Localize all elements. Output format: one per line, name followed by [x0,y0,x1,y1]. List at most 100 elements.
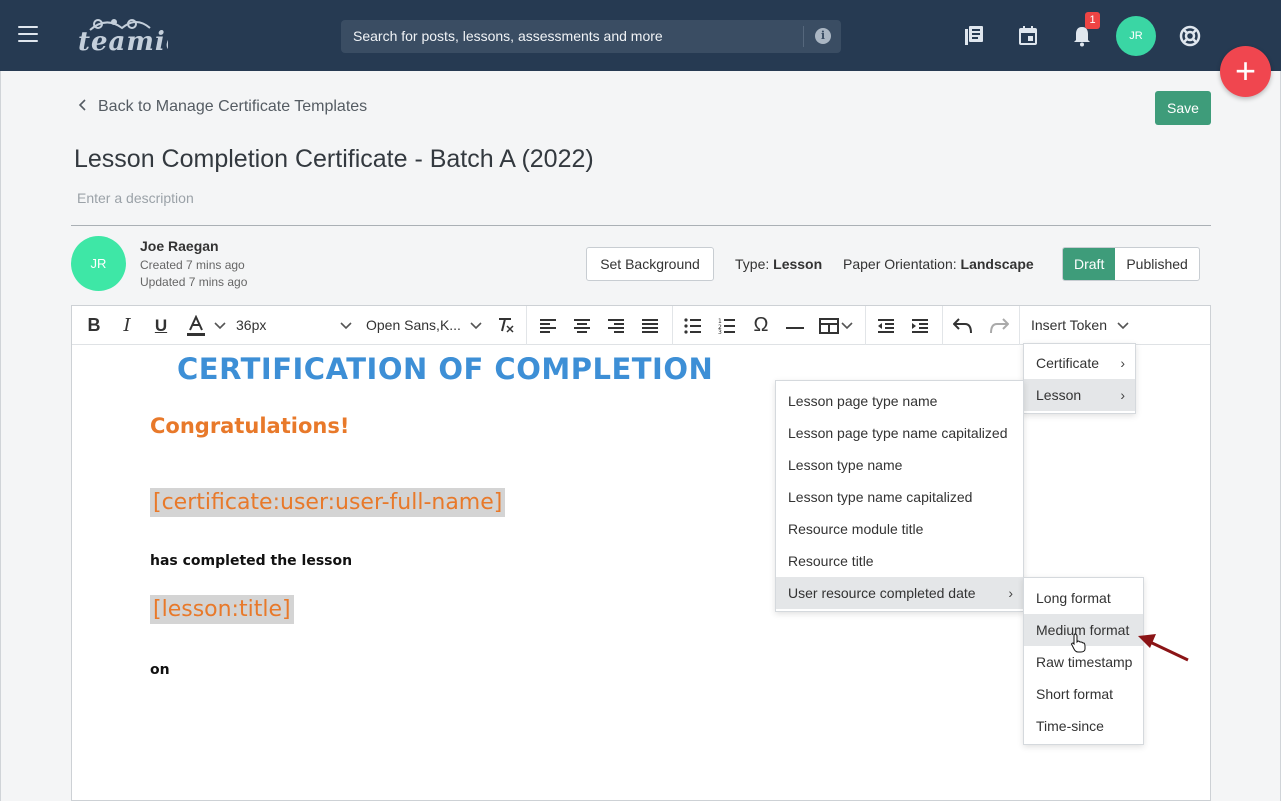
author-avatar: JR [71,236,126,291]
updated-time: Updated 7 mins ago [140,275,248,289]
type-info: Type: Lesson [735,256,822,272]
on-text: on [150,662,170,678]
type-label: Type: [735,256,770,272]
horizontal-rule-icon[interactable] [786,306,804,345]
bullet-list-icon[interactable] [683,306,703,345]
user-name-token[interactable]: [certificate:user:user-full-name] [150,488,506,517]
orientation-info: Paper Orientation: Landscape [843,256,1034,272]
svg-text:teamie: teamie [78,27,168,56]
menu-item-time-since[interactable]: Time-since [1024,710,1143,742]
top-navigation-bar: teamie Search for posts, lessons, assess… [0,0,1281,71]
chevron-right-icon: › [1120,355,1125,371]
font-size-value: 36px [236,317,267,333]
menu-item-label: Certificate [1036,355,1100,371]
status-draft-button[interactable]: Draft [1063,248,1116,280]
annotation-arrow-icon [1138,634,1189,662]
user-avatar[interactable]: JR [1116,16,1156,56]
toolbar-divider [942,306,943,345]
menu-item-label: User resource completed date [788,585,976,601]
menu-item-short-format[interactable]: Short format [1024,678,1143,710]
menu-item-long-format[interactable]: Long format [1024,582,1143,614]
menu-item-lesson-type-name[interactable]: Lesson type name [776,449,1023,481]
bold-icon[interactable]: B [84,306,104,345]
toolbar-divider [526,306,527,345]
clear-format-icon[interactable] [496,306,516,345]
align-justify-icon[interactable] [640,306,660,345]
svg-text:3: 3 [718,329,722,334]
back-link-label: Back to Manage Certificate Templates [98,98,368,115]
font-size-select[interactable]: 36px [236,306,356,345]
menu-item-resource-title[interactable]: Resource title [776,545,1023,577]
text-color-dropdown-icon[interactable] [212,306,228,345]
align-right-icon[interactable] [606,306,626,345]
chevron-right-icon: › [1120,387,1125,403]
menu-item-user-resource-completed-date[interactable]: User resource completed date › [776,577,1023,609]
congratulations-text: Congratulations! [150,414,350,438]
text-color-icon[interactable] [185,306,207,345]
menu-icon[interactable] [18,26,38,42]
calendar-icon[interactable] [1016,24,1040,48]
back-link[interactable]: Back to Manage Certificate Templates [78,98,367,116]
toolbar-divider [672,306,673,345]
chevron-down-icon [470,322,482,330]
status-toggle: Draft Published [1062,247,1200,281]
outdent-icon[interactable] [876,306,896,345]
author-name: Joe Raegan [140,238,219,254]
insert-token-menu: Certificate › Lesson › [1023,343,1136,414]
align-left-icon[interactable] [538,306,558,345]
page-title[interactable]: Lesson Completion Certificate - Batch A … [74,145,594,174]
insert-token-label: Insert Token [1031,317,1108,333]
orientation-label: Paper Orientation: [843,256,957,272]
align-center-icon[interactable] [572,306,592,345]
table-dropdown-icon[interactable] [840,306,854,345]
chevron-right-icon: › [1008,585,1013,601]
menu-item-lesson-page-type-name-capitalized[interactable]: Lesson page type name capitalized [776,417,1023,449]
description-field[interactable]: Enter a description [77,190,194,206]
library-icon[interactable] [962,24,986,48]
set-background-button[interactable]: Set Background [586,247,714,281]
font-family-value: Open Sans,K... [366,317,461,333]
status-published-button[interactable]: Published [1115,248,1199,280]
indent-icon[interactable] [910,306,930,345]
save-button[interactable]: Save [1155,91,1211,125]
hand-cursor-icon [1071,633,1086,653]
menu-item-certificate[interactable]: Certificate › [1024,347,1135,379]
italic-icon[interactable]: I [118,306,136,345]
info-icon[interactable]: i [815,28,831,44]
chevron-down-icon [340,322,352,330]
search-divider [803,26,804,47]
undo-icon[interactable] [952,306,974,345]
toolbar-divider [865,306,866,345]
type-value: Lesson [773,256,823,272]
editor-toolbar: B I U 36px Open Sans,K... 1 2 3 Ω Insert… [72,306,1210,345]
search-input[interactable]: Search for posts, lessons, assessments a… [341,20,841,53]
create-button[interactable]: + [1220,46,1271,97]
menu-item-label: Lesson [1036,387,1082,403]
orientation-value: Landscape [960,256,1034,272]
toolbar-divider [1019,306,1020,345]
search-placeholder: Search for posts, lessons, assessments a… [353,28,663,44]
numbered-list-icon[interactable]: 123 [717,306,737,345]
menu-item-resource-module-title[interactable]: Resource module title [776,513,1023,545]
chevron-down-icon [1117,322,1129,330]
title-divider [71,225,1211,226]
underline-icon[interactable]: U [151,306,171,345]
notification-count-badge: 1 [1085,12,1100,29]
help-lifebuoy-icon[interactable] [1178,24,1202,48]
menu-item-lesson[interactable]: Lesson › [1024,379,1135,411]
chevron-left-icon [78,98,86,116]
menu-item-lesson-page-type-name[interactable]: Lesson page type name [776,385,1023,417]
insert-token-button[interactable]: Insert Token [1031,306,1131,345]
font-family-select[interactable]: Open Sans,K... [366,306,484,345]
certificate-heading: CERTIFICATION OF COMPLETION [177,352,714,386]
teamie-logo[interactable]: teamie [76,14,182,57]
menu-item-lesson-type-name-capitalized[interactable]: Lesson type name capitalized [776,481,1023,513]
lesson-token-menu: Lesson page type name Lesson page type n… [775,380,1024,612]
lesson-title-token[interactable]: [lesson:title] [150,595,294,624]
table-icon[interactable] [818,306,840,345]
special-char-icon[interactable]: Ω [750,306,772,345]
completed-text: has completed the lesson [150,553,353,569]
date-format-menu: Long format Medium format Raw timestamp … [1023,577,1144,745]
redo-icon[interactable] [988,306,1010,345]
created-time: Created 7 mins ago [140,258,245,272]
